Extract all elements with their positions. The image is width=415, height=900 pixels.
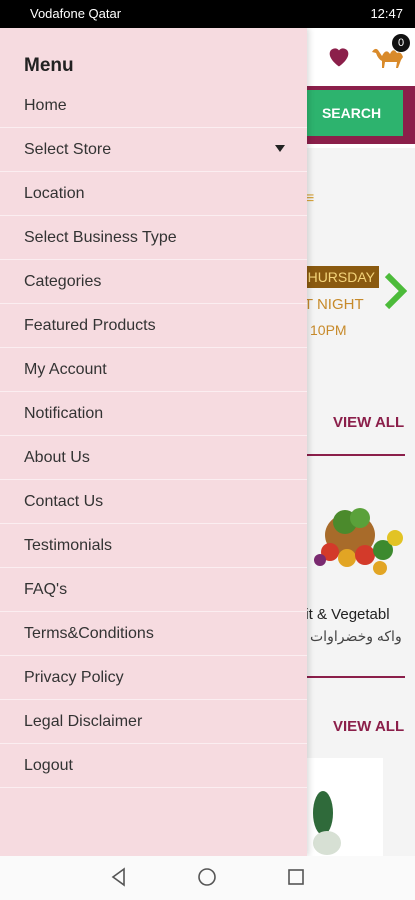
category-name-arabic: واكه وخضراوات [310,628,402,644]
section-divider [305,676,405,678]
cart-count-badge: 0 [392,34,410,52]
view-all-link[interactable]: VIEW ALL [333,414,404,431]
menu-item-label: Featured Products [24,316,156,334]
menu-item-terms-conditions[interactable]: Terms&Conditions [0,612,307,656]
menu-item-label: Privacy Policy [24,668,124,686]
menu-item-label: Location [24,184,85,202]
search-button[interactable]: SEARCH [300,90,403,136]
navigation-drawer: Menu Home Select Store Location Select B… [0,28,307,856]
menu-item-legal-disclaimer[interactable]: Legal Disclaimer [0,700,307,744]
menu-item-label: Notification [24,404,104,422]
menu-item-privacy-policy[interactable]: Privacy Policy [0,656,307,700]
caret-down-icon [275,145,285,152]
home-circle-icon[interactable] [196,866,218,888]
menu-item-categories[interactable]: Categories [0,260,307,304]
menu-item-select-store[interactable]: Select Store [0,128,307,172]
menu-item-about-us[interactable]: About Us [0,436,307,480]
fruits-vegetables-image[interactable] [305,480,405,590]
menu-item-label: Select Store [24,140,112,158]
menu-item-label: Home [24,96,67,114]
product-card[interactable] [305,758,383,856]
menu-item-my-account[interactable]: My Account [0,348,307,392]
menu-item-testimonials[interactable]: Testimonials [0,524,307,568]
back-icon[interactable] [108,866,130,888]
menu-item-label: About Us [24,448,90,466]
recent-apps-icon[interactable] [285,866,307,888]
menu-item-label: Logout [24,756,73,774]
clock: 12:47 [370,6,403,21]
menu-item-select-business-type[interactable]: Select Business Type [0,216,307,260]
menu-item-contact-us[interactable]: Contact Us [0,480,307,524]
product-image [313,791,341,855]
banner-time: 10PM [310,322,347,338]
carrier-name: Vodafone Qatar [30,6,122,21]
menu-item-label: Testimonials [24,536,113,554]
section-divider [305,454,405,456]
category-name-english: uit & Vegetabl [297,606,390,623]
menu-item-label: FAQ's [24,580,68,598]
system-navigation-bar [0,856,415,900]
wishlist-heart-icon[interactable] [325,42,353,70]
menu-item-label: My Account [24,360,107,378]
menu-item-faqs[interactable]: FAQ's [0,568,307,612]
menu-item-label: Terms&Conditions [24,624,154,642]
menu-item-notification[interactable]: Notification [0,392,307,436]
menu-item-label: Contact Us [24,492,104,510]
menu-item-location[interactable]: Location [0,172,307,216]
menu-item-home[interactable]: Home [0,84,307,128]
banner-day: HURSDAY [295,266,379,288]
menu-item-label: Categories [24,272,102,290]
menu-list: Home Select Store Location Select Busine… [0,84,307,788]
menu-item-featured-products[interactable]: Featured Products [0,304,307,348]
menu-item-logout[interactable]: Logout [0,744,307,788]
view-all-link[interactable]: VIEW ALL [333,718,404,735]
chevron-right-icon[interactable] [383,271,407,311]
menu-item-label: Legal Disclaimer [24,712,143,730]
status-bar: Vodafone Qatar 12:47 [0,0,415,28]
drawer-title: Menu [24,55,74,76]
menu-item-label: Select Business Type [24,228,177,246]
